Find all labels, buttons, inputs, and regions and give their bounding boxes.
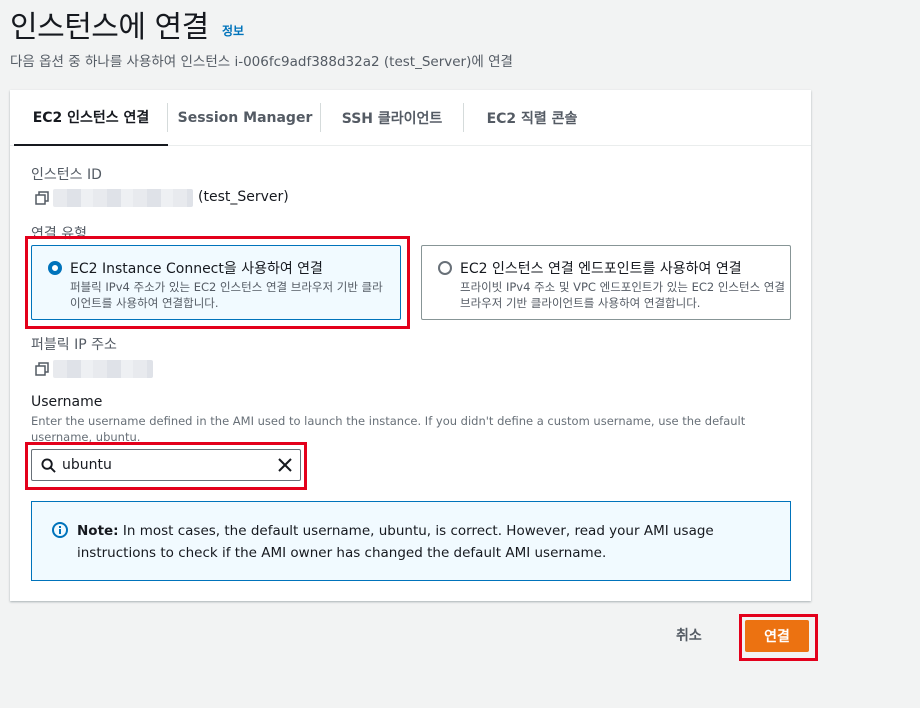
connect-button[interactable]: 연결 (745, 620, 809, 652)
alert-message: Note: In most cases, the default usernam… (77, 520, 767, 564)
username-description: Enter the username defined in the AMI us… (31, 414, 746, 444)
tab-separator (320, 103, 321, 132)
option-title: EC2 인스턴스 연결 엔드포인트를 사용하여 연결 (460, 261, 742, 277)
public-ip-redacted (53, 360, 153, 378)
radio-unselected[interactable] (438, 261, 452, 275)
page-subtitle: 다음 옵션 중 하나를 사용하여 인스턴스 i-006fc9adf388d32a… (10, 54, 513, 70)
instance-id-label: 인스턴스 ID (31, 167, 102, 183)
tab-ssh-client[interactable]: SSH 클라이언트 (322, 90, 462, 146)
info-link[interactable]: 정보 (222, 22, 244, 39)
tab-ec2-instance-connect[interactable]: EC2 인스턴스 연결 (14, 90, 168, 146)
info-alert: Note: In most cases, the default usernam… (31, 501, 791, 581)
instance-name: (test_Server) (198, 189, 289, 205)
public-ip-label: 퍼블릭 IP 주소 (31, 337, 117, 353)
tab-separator (463, 103, 464, 132)
tab-session-manager[interactable]: Session Manager (170, 90, 320, 146)
highlight-box (25, 442, 307, 490)
tab-separator (167, 103, 168, 132)
highlight-box (25, 236, 410, 329)
copy-icon[interactable] (35, 191, 49, 205)
copy-icon[interactable] (35, 362, 49, 376)
option-endpoint-connect[interactable]: EC2 인스턴스 연결 엔드포인트를 사용하여 연결 프라이빗 IPv4 주소 … (421, 245, 791, 320)
cancel-button[interactable]: 취소 (676, 625, 702, 645)
instance-id-redacted (53, 189, 193, 207)
info-icon (52, 522, 68, 538)
alert-body: In most cases, the default username, ubu… (77, 523, 714, 561)
page-title: 인스턴스에 연결 (10, 10, 209, 45)
tab-ec2-serial-console[interactable]: EC2 직렬 콘솔 (465, 90, 599, 146)
alert-strong: Note: (77, 523, 119, 539)
option-description: 프라이빗 IPv4 주소 및 VPC 엔드포인트가 있는 EC2 인스턴스 연결… (460, 280, 785, 310)
username-label: Username (31, 394, 103, 410)
connect-panel: EC2 인스턴스 연결 Session Manager SSH 클라이언트 EC… (10, 90, 811, 601)
tab-bar: EC2 인스턴스 연결 Session Manager SSH 클라이언트 EC… (10, 90, 811, 146)
